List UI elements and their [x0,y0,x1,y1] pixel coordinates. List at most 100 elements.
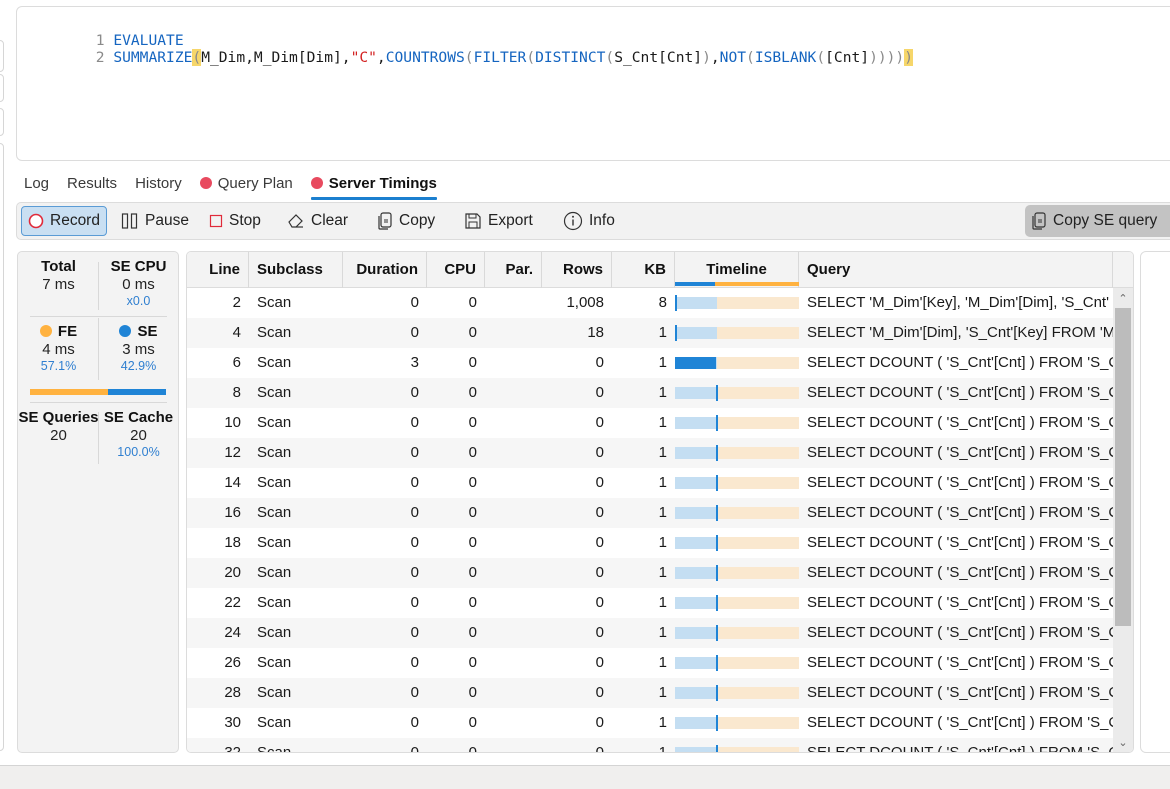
table-row[interactable]: 18 Scan 0 0 0 1 SELECT DCOUNT ( 'S_Cnt'[Cnt] )… [187,528,1113,558]
cell-duration: 0 [410,504,419,521]
copy-se-query-button[interactable]: Copy SE query [1025,205,1170,237]
stop-button[interactable]: Stop [203,206,267,236]
table-row[interactable]: 10 Scan 0 0 0 1 SELECT DCOUNT ( 'S_Cnt'[Cnt] )… [187,408,1113,438]
metric-label: SE CPU [110,258,167,275]
cell-cpu: 0 [468,504,477,521]
table-row[interactable]: 22 Scan 0 0 0 1 SELECT DCOUNT ( 'S_Cnt'[Cnt] )… [187,588,1113,618]
tab-results[interactable]: Results [67,170,117,196]
timeline-start-marker [715,565,718,581]
record-button[interactable]: Record [21,206,107,236]
scroll-up-icon[interactable]: ⌃ [1113,290,1133,308]
code-token: , [710,49,720,66]
table-row[interactable]: 30 Scan 0 0 0 1 SELECT DCOUNT ( 'S_Cnt'[Cnt] )… [187,708,1113,738]
table-row[interactable]: 20 Scan 0 0 0 1 SELECT DCOUNT ( 'S_Cnt'[Cnt] )… [187,558,1113,588]
column-header-kb[interactable]: KB [612,252,675,288]
cell-par [485,348,542,378]
fe-se-ratio-bar [30,389,166,395]
tab-label: Server Timings [328,174,437,192]
cell-cpu: 0 [468,414,477,431]
timeline-se-range [675,747,717,752]
pause-button[interactable]: Pause [115,206,195,236]
clear-button[interactable]: Clear [281,206,354,236]
timeline-fe-range [717,657,799,669]
timeline-bar [675,475,799,491]
left-panel-edge [0,40,4,72]
timeline-fe-range [717,567,799,579]
table-row[interactable]: 8 Scan 0 0 0 1 SELECT DCOUNT ( 'S_Cnt'[Cnt] ) … [187,378,1113,408]
tab-query-plan[interactable]: Query Plan [199,170,293,196]
table-row[interactable]: 14 Scan 0 0 0 1 SELECT DCOUNT ( 'S_Cnt'[Cnt] )… [187,468,1113,498]
cell-par [485,288,542,318]
table-row[interactable]: 26 Scan 0 0 0 1 SELECT DCOUNT ( 'S_Cnt'[Cnt] )… [187,648,1113,678]
column-header-query[interactable]: Query [799,252,1113,288]
table-row[interactable]: 4 Scan 0 0 18 1 SELECT 'M_Dim'[Dim], 'S_Cnt'[K… [187,318,1113,348]
scroll-down-icon[interactable]: ⌄ [1113,734,1133,752]
left-panel-edge [0,74,4,102]
tab-label: Results [67,174,118,192]
timeline-bar [675,295,799,311]
cell-rows: 0 [595,684,604,701]
column-header-duration[interactable]: Duration [343,252,427,288]
tab-log[interactable]: Log [24,170,49,196]
cell-kb: 1 [658,684,667,701]
matched-paren: ) [904,49,914,66]
cell-cpu: 0 [468,654,477,671]
info-button[interactable]: Info [557,206,621,236]
cell-rows: 18 [587,324,604,341]
table-row[interactable]: 32 Scan 0 0 0 1 SELECT DCOUNT ( 'S_Cnt'[Cnt] )… [187,738,1113,753]
tab-server-timings[interactable]: Server Timings [310,170,437,200]
cell-query: SELECT DCOUNT ( 'S_Cnt'[Cnt] ) FROM 'S_C… [807,534,1113,551]
cell-rows: 0 [595,624,604,641]
timeline-fe-range [717,447,799,459]
table-row[interactable]: 28 Scan 0 0 0 1 SELECT DCOUNT ( 'S_Cnt'[Cnt] )… [187,678,1113,708]
table-row[interactable]: 24 Scan 0 0 0 1 SELECT DCOUNT ( 'S_Cnt'[Cnt] )… [187,618,1113,648]
tab-history[interactable]: History [135,170,182,196]
cell-par [485,498,542,528]
cell-subclass: Scan [257,624,292,641]
timeline-bar [675,715,799,731]
se-metric: SE 3 ms 42.9% [98,323,179,373]
table-row[interactable]: 6 Scan 3 0 0 1 SELECT DCOUNT ( 'S_Cnt'[Cnt] ) … [187,348,1113,378]
cell-subclass: Scan [257,384,292,401]
code-token: ( [526,49,536,66]
cell-line: 28 [224,684,241,701]
column-header-par[interactable]: Par. [485,252,542,288]
cell-rows: 0 [595,714,604,731]
metric-label: SE Queries [18,409,99,426]
column-header-subclass[interactable]: Subclass [249,252,343,288]
vertical-scrollbar[interactable]: ⌃ ⌄ [1113,288,1133,752]
se-dot-icon [119,325,132,337]
timeline-start-marker [715,535,718,551]
table-row[interactable]: 12 Scan 0 0 0 1 SELECT DCOUNT ( 'S_Cnt'[Cnt] )… [187,438,1113,468]
table-row[interactable]: 2 Scan 0 0 1,008 8 SELECT 'M_Dim'[Key], 'M_Dim… [187,288,1113,318]
cell-rows: 0 [595,474,604,491]
cell-rows: 1,008 [566,294,604,311]
metric-value: 0 ms [122,276,155,293]
export-button[interactable]: Export [458,206,539,236]
cell-duration: 0 [410,564,419,581]
query-editor[interactable]: 1 EVALUATE 2 SUMMARIZE(M_Dim,M_Dim[Dim],… [16,6,1170,161]
column-header-rows[interactable]: Rows [542,252,612,288]
timeline-se-range [675,327,717,339]
table-row[interactable]: 16 Scan 0 0 0 1 SELECT DCOUNT ( 'S_Cnt'[Cnt] )… [187,498,1113,528]
copy-button[interactable]: Copy [371,206,441,236]
cell-subclass: Scan [257,294,292,311]
cell-par [485,738,542,752]
info-icon [563,211,583,231]
cell-cpu: 0 [468,474,477,491]
cell-kb: 8 [658,294,667,311]
cell-par [485,618,542,648]
column-header-line[interactable]: Line [187,252,249,288]
timeline-start-marker [715,685,718,701]
column-header-cpu[interactable]: CPU [427,252,485,288]
scrollbar-thumb[interactable] [1115,308,1131,626]
cell-subclass: Scan [257,474,292,491]
code-token: ( [464,49,474,66]
cell-query: SELECT 'M_Dim'[Key], 'M_Dim'[Dim], 'S_Cn… [807,294,1109,311]
cell-subclass: Scan [257,684,292,701]
cell-line: 8 [232,384,241,401]
cell-cpu: 0 [468,624,477,641]
cell-cpu: 0 [468,744,477,753]
cell-kb: 1 [658,504,667,521]
cell-par [485,648,542,678]
